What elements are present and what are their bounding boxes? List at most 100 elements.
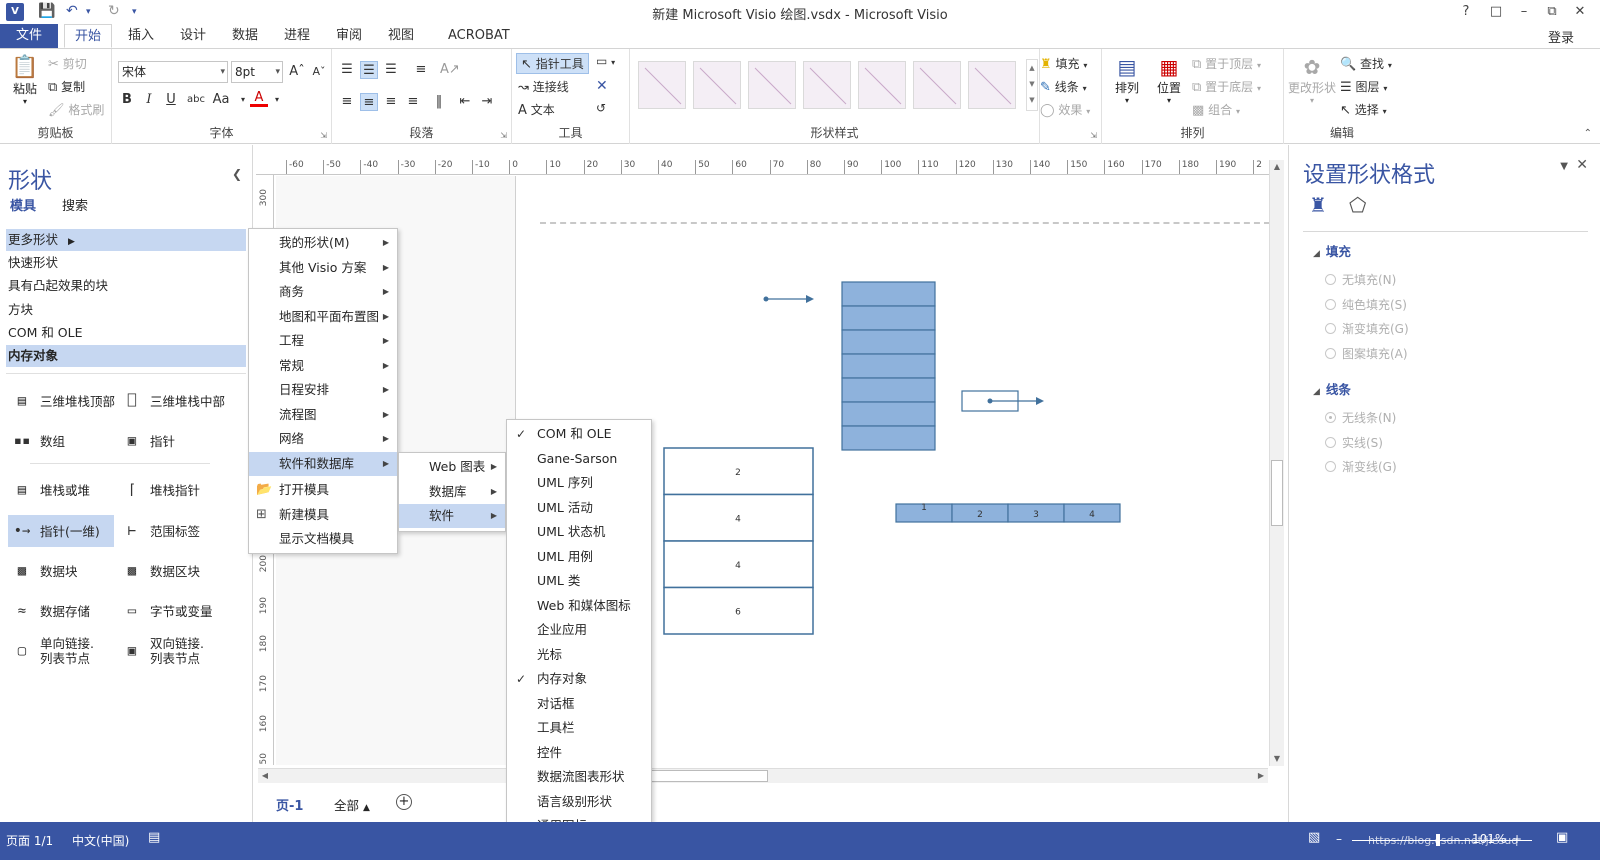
master-pointer-1d[interactable]: •→ 指针(一维) xyxy=(8,515,114,547)
connector-button[interactable]: ↝ 连接线 xyxy=(518,78,569,95)
font-color-button[interactable]: A xyxy=(250,89,268,107)
master-single-link-node[interactable]: ▢ 单向链接.列表节点 xyxy=(8,635,104,667)
vertical-scrollbar[interactable]: ▲ ▼ xyxy=(1269,160,1284,766)
add-page-icon[interactable]: + xyxy=(396,794,412,810)
change-shape-button[interactable]: ✿ 更改形状 ▾ xyxy=(1286,55,1338,105)
menu-item-business[interactable]: 商务 ▶ xyxy=(249,280,397,304)
menu-item-my-shapes[interactable]: 我的形状(M) ▶ xyxy=(249,231,397,255)
tab-stencils[interactable]: 模具 xyxy=(10,195,36,214)
undo-dropdown-icon[interactable]: ▾ xyxy=(86,7,91,17)
stack-cell[interactable] xyxy=(841,353,936,379)
menu-item-open-stencil[interactable]: 📂 打开模具 xyxy=(249,478,397,502)
scroll-up-icon[interactable]: ▲ xyxy=(1270,160,1284,174)
find-button[interactable]: 🔍 查找 ▾ xyxy=(1340,55,1392,72)
decrease-indent-icon[interactable]: ⇤ xyxy=(456,93,474,111)
master-array[interactable]: ▪▪ 数组 xyxy=(8,425,65,457)
fill-button[interactable]: ♜ 填充 ▾ xyxy=(1040,55,1087,72)
help-icon[interactable]: ? xyxy=(1452,2,1480,22)
select-button[interactable]: ↖ 选择 ▾ xyxy=(1340,101,1387,118)
connection-point-icon[interactable]: ✕ xyxy=(596,78,608,94)
menu-item-stencil[interactable]: 控件 xyxy=(507,741,651,765)
menu-item-stencil[interactable]: Gane-Sarson xyxy=(507,447,651,471)
shape-style-thumb[interactable] xyxy=(913,61,961,109)
master-double-link-node[interactable]: ▣ 双向链接.列表节点 xyxy=(118,635,216,667)
no-fill-option[interactable]: 无填充(N) xyxy=(1325,271,1396,288)
menu-item-stencil[interactable]: 数据流图表形状 xyxy=(507,765,651,789)
presentation-mode-icon[interactable]: ▧ xyxy=(1308,830,1320,845)
justify-icon[interactable]: ≡ xyxy=(404,93,422,111)
gradient-line-option[interactable]: 渐变线(G) xyxy=(1325,458,1397,475)
fill-section-header[interactable]: ◢ 填充 xyxy=(1313,241,1351,260)
master-byte-variable[interactable]: ▭ 字节或变量 xyxy=(118,595,213,627)
horizontal-scrollbar[interactable]: ◀ ▶ xyxy=(258,768,1268,783)
vertical-scroll-thumb[interactable] xyxy=(1271,460,1283,526)
menu-item-engineering[interactable]: 工程 ▶ xyxy=(249,329,397,353)
menu-item-stencil[interactable]: ✓ COM 和 OLE xyxy=(507,422,651,446)
menu-item-stencil[interactable]: UML 用例 xyxy=(507,545,651,569)
menu-item-stencil[interactable]: ✓ 内存对象 xyxy=(507,667,651,691)
master-stack-pointer[interactable]: ⌈ 堆栈指针 xyxy=(118,474,200,506)
align-bottom-icon[interactable]: ☰ xyxy=(382,61,400,79)
shape-style-thumb[interactable] xyxy=(638,61,686,109)
tab-view[interactable]: 视图 xyxy=(378,24,424,48)
menu-item-flowchart[interactable]: 流程图 ▶ xyxy=(249,403,397,427)
page-indicator[interactable]: 页面 1/1 xyxy=(6,832,53,849)
menu-item-network[interactable]: 网络 ▶ xyxy=(249,427,397,451)
solid-fill-option[interactable]: 纯色填充(S) xyxy=(1325,296,1407,313)
paragraph-dialog-launcher-icon[interactable]: ⇲ xyxy=(500,131,507,140)
ribbon-display-icon[interactable]: □ xyxy=(1482,2,1510,22)
menu-item-stencil[interactable]: UML 活动 xyxy=(507,496,651,520)
stack-cell[interactable] xyxy=(841,281,936,307)
customize-qat-icon[interactable]: ▾ xyxy=(132,7,137,17)
shape-style-thumb[interactable] xyxy=(693,61,741,109)
tab-data[interactable]: 数据 xyxy=(222,24,268,48)
bring-to-front-button[interactable]: ⧉ 置于顶层 ▾ xyxy=(1192,55,1261,72)
cut-button[interactable]: ✂ 剪切 xyxy=(48,55,87,72)
arrange-button[interactable]: ▤ 排列 ▾ xyxy=(1110,55,1144,105)
menu-item-document-stencil[interactable]: 显示文档模具 xyxy=(249,527,397,551)
menu-item-stencil[interactable]: Web 和媒体图标 xyxy=(507,594,651,618)
macro-record-icon[interactable]: ▤ xyxy=(148,830,160,845)
tab-review[interactable]: 审阅 xyxy=(326,24,372,48)
align-center-icon[interactable]: ≡ xyxy=(360,93,378,111)
stencil-more-shapes[interactable]: 更多形状 ▶ xyxy=(6,229,246,251)
stack-cell[interactable] xyxy=(841,377,936,403)
copy-button[interactable]: ⧉ 复制 xyxy=(48,78,85,95)
menu-item-software-database[interactable]: 软件和数据库 ▶ xyxy=(249,452,397,476)
font-color-dropdown-icon[interactable]: ▾ xyxy=(268,91,286,109)
align-top-icon[interactable]: ☰ xyxy=(338,61,356,79)
tab-search[interactable]: 搜索 xyxy=(62,195,88,214)
solid-line-option[interactable]: 实线(S) xyxy=(1325,434,1383,451)
master-pointer[interactable]: ▣ 指针 xyxy=(118,425,175,457)
stencil-blocks[interactable]: 方块 xyxy=(6,299,246,321)
group-button[interactable]: ▩ 组合 ▾ xyxy=(1192,101,1240,118)
menu-item-schedule[interactable]: 日程安排 ▶ xyxy=(249,378,397,402)
shape-styles-dialog-launcher-icon[interactable]: ⇲ xyxy=(1090,131,1097,140)
shape-style-thumb[interactable] xyxy=(803,61,851,109)
shape-style-thumb[interactable] xyxy=(748,61,796,109)
position-button[interactable]: ▦ 位置 ▾ xyxy=(1152,55,1186,105)
scroll-down-icon[interactable]: ▼ xyxy=(1270,752,1284,766)
underline-button[interactable]: U xyxy=(162,91,180,109)
menu-item-general[interactable]: 常规 ▶ xyxy=(249,354,397,378)
stencil-raised-blocks[interactable]: 具有凸起效果的块 xyxy=(6,275,246,297)
close-icon[interactable]: ✕ xyxy=(1566,2,1594,22)
rectangle-tool-icon[interactable]: ▭ ▾ xyxy=(596,54,615,68)
menu-item-database[interactable]: 数据库 ▶ xyxy=(399,480,505,504)
scroll-right-icon[interactable]: ▶ xyxy=(1254,769,1268,783)
master-data-area[interactable]: ▩ 数据区块 xyxy=(118,555,200,587)
stencil-com-ole[interactable]: COM 和 OLE xyxy=(6,322,246,344)
line-section-header[interactable]: ◢ 线条 xyxy=(1313,379,1351,398)
effects-tab-icon[interactable]: ⬠ xyxy=(1349,193,1366,217)
master-data-block[interactable]: ▩ 数据块 xyxy=(8,555,78,587)
menu-item-new-stencil[interactable]: ⊞ 新建模具 xyxy=(249,503,397,527)
tab-file[interactable]: 文件 xyxy=(0,24,58,48)
pattern-fill-option[interactable]: 图案填充(A) xyxy=(1325,345,1408,362)
pointer-arrowhead[interactable] xyxy=(806,295,814,303)
menu-item-stencil[interactable]: 语言级别形状 xyxy=(507,790,651,814)
line-button[interactable]: ✎ 线条 ▾ xyxy=(1040,78,1087,95)
format-painter-button[interactable]: 🖌 格式刷 xyxy=(48,101,104,118)
menu-item-stencil[interactable]: 光标 xyxy=(507,643,651,667)
menu-item-web-diagram[interactable]: Web 图表 ▶ xyxy=(399,455,505,479)
stack-cell[interactable] xyxy=(841,329,936,355)
